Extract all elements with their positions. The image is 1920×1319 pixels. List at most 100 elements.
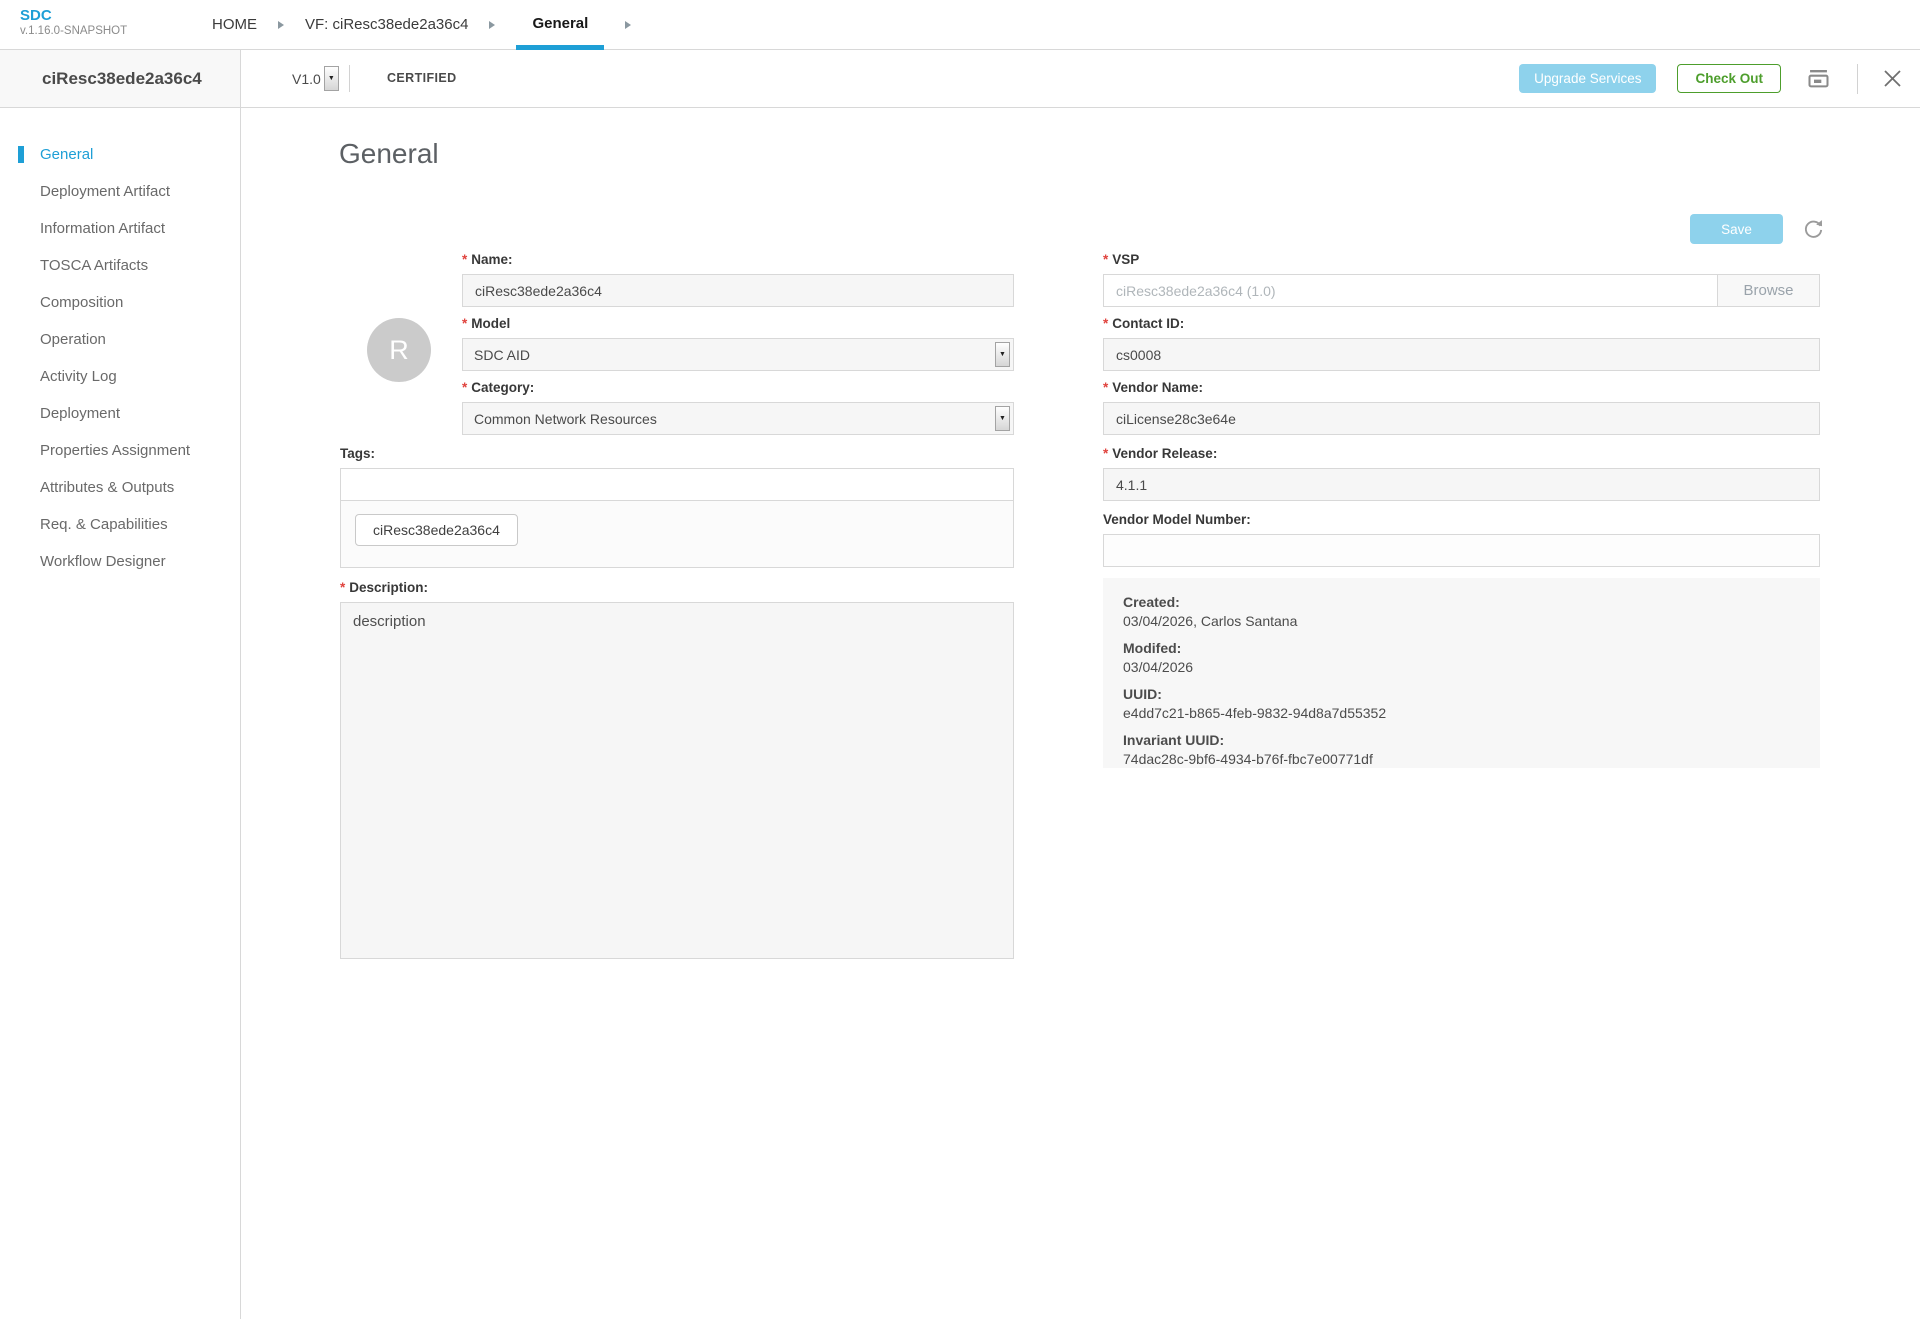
toolbar-divider — [349, 65, 350, 92]
breadcrumb-general-active[interactable]: General — [516, 0, 604, 50]
field-label-text: Vendor Release: — [1112, 446, 1217, 462]
model-label: *Model — [462, 316, 1014, 332]
category-selected-value: Common Network Resources — [474, 411, 657, 427]
entity-toolbar: ciResc38ede2a36c4 V1.0 CERTIFIED Upgrade… — [0, 50, 1920, 108]
logo-version: v.1.16.0-SNAPSHOT — [20, 24, 127, 38]
meta-uuid: UUID: e4dd7c21-b865-4feb-9832-94d8a7d553… — [1123, 685, 1800, 723]
sidebar-item-label: Operation — [40, 331, 106, 348]
contact-id-input[interactable] — [1103, 338, 1820, 371]
meta-label: Created: — [1123, 593, 1800, 612]
toolbar-actions: Upgrade Services Check Out — [1519, 50, 1902, 107]
meta-label: UUID: — [1123, 685, 1800, 704]
metadata-box: Created: 03/04/2026, Carlos Santana Modi… — [1103, 578, 1820, 768]
sidebar-item-properties-assignment[interactable]: Properties Assignment — [0, 432, 240, 469]
tags-box: ciResc38ede2a36c4 — [340, 468, 1014, 568]
sidebar-item-deployment-artifact[interactable]: Deployment Artifact — [0, 173, 240, 210]
save-button[interactable]: Save — [1690, 214, 1783, 244]
contact-id-field-group: *Contact ID: — [1103, 316, 1820, 371]
field-label-text: Model — [471, 316, 510, 332]
dropdown-arrow-icon[interactable] — [324, 66, 339, 91]
sidebar-nav: General Deployment Artifact Information … — [0, 108, 241, 1319]
meta-value: 03/04/2026, Carlos Santana — [1123, 612, 1800, 631]
breadcrumb: HOME VF: ciResc38ede2a36c4 General — [212, 0, 652, 50]
field-label-text: Tags: — [340, 446, 375, 462]
tags-label: Tags: — [340, 446, 1014, 462]
meta-value: 74dac28c-9bf6-4934-b76f-fbc7e00771df — [1123, 750, 1800, 769]
required-marker: * — [462, 380, 467, 396]
meta-modified: Modifed: 03/04/2026 — [1123, 639, 1800, 677]
required-marker: * — [462, 252, 467, 268]
sidebar-item-workflow-designer[interactable]: Workflow Designer — [0, 543, 240, 580]
logo-title: SDC — [20, 7, 127, 24]
vendor-release-label: *Vendor Release: — [1103, 446, 1820, 462]
close-icon[interactable] — [1883, 69, 1902, 88]
vendor-name-input[interactable] — [1103, 402, 1820, 435]
meta-value: 03/04/2026 — [1123, 658, 1800, 677]
required-marker: * — [1103, 380, 1108, 396]
sidebar-item-label: Deployment — [40, 405, 120, 422]
sidebar-item-attributes-outputs[interactable]: Attributes & Outputs — [0, 469, 240, 506]
meta-created: Created: 03/04/2026, Carlos Santana — [1123, 593, 1800, 631]
breadcrumb-chevron-icon — [625, 21, 631, 29]
revert-icon[interactable] — [1802, 217, 1825, 245]
field-label-text: Name: — [471, 252, 512, 268]
meta-invariant-uuid: Invariant UUID: 74dac28c-9bf6-4934-b76f-… — [1123, 731, 1800, 769]
vsp-input[interactable] — [1103, 274, 1718, 307]
avatar-letter: R — [389, 335, 409, 366]
sidebar-item-label: Deployment Artifact — [40, 183, 170, 200]
browse-button[interactable]: Browse — [1717, 274, 1820, 307]
category-select[interactable]: Common Network Resources — [462, 402, 1014, 435]
dropdown-arrow-icon[interactable] — [995, 406, 1010, 431]
breadcrumb-chevron-icon — [489, 21, 495, 29]
sidebar-item-req-capabilities[interactable]: Req. & Capabilities — [0, 506, 240, 543]
sidebar-item-general[interactable]: General — [0, 136, 240, 173]
check-out-button[interactable]: Check Out — [1677, 64, 1781, 93]
model-field-group: *Model SDC AID — [462, 316, 1014, 371]
top-nav-bar: SDC v.1.16.0-SNAPSHOT HOME VF: ciResc38e… — [0, 0, 1920, 50]
field-label-text: Category: — [471, 380, 534, 396]
category-field-group: *Category: Common Network Resources — [462, 380, 1014, 435]
name-label: *Name: — [462, 252, 1014, 268]
toolbar-divider — [1857, 64, 1858, 94]
category-label: *Category: — [462, 380, 1014, 396]
sidebar-header: ciResc38ede2a36c4 — [0, 50, 241, 107]
vsp-field-group: *VSP Browse — [1103, 252, 1820, 307]
sidebar-item-tosca-artifacts[interactable]: TOSCA Artifacts — [0, 247, 240, 284]
vendor-release-input[interactable] — [1103, 468, 1820, 501]
vendor-model-number-field-group: Vendor Model Number: — [1103, 512, 1820, 567]
breadcrumb-chevron-icon — [278, 21, 284, 29]
breadcrumb-home[interactable]: HOME — [212, 0, 257, 50]
vendor-release-field-group: *Vendor Release: — [1103, 446, 1820, 501]
sdc-logo[interactable]: SDC v.1.16.0-SNAPSHOT — [20, 7, 127, 38]
required-marker: * — [462, 316, 467, 332]
description-textarea[interactable]: description — [340, 602, 1014, 959]
sidebar-item-information-artifact[interactable]: Information Artifact — [0, 210, 240, 247]
sidebar-item-activity-log[interactable]: Activity Log — [0, 358, 240, 395]
contact-id-label: *Contact ID: — [1103, 316, 1820, 332]
tags-field-group: Tags: ciResc38ede2a36c4 — [340, 446, 1014, 568]
sidebar-item-composition[interactable]: Composition — [0, 284, 240, 321]
sidebar-item-label: Activity Log — [40, 368, 117, 385]
sidebar-item-label: Attributes & Outputs — [40, 479, 174, 496]
upgrade-services-button[interactable]: Upgrade Services — [1519, 64, 1656, 93]
breadcrumb-vf[interactable]: VF: ciResc38ede2a36c4 — [305, 0, 468, 50]
name-input[interactable] — [462, 274, 1014, 307]
model-select[interactable]: SDC AID — [462, 338, 1014, 371]
field-label-text: VSP — [1112, 252, 1139, 268]
entity-title: ciResc38ede2a36c4 — [42, 69, 202, 89]
model-selected-value: SDC AID — [474, 347, 530, 363]
field-label-text: Vendor Name: — [1112, 380, 1203, 396]
tags-input[interactable] — [341, 469, 1013, 501]
version-select[interactable]: V1.0 — [292, 50, 339, 107]
sidebar-item-label: Workflow Designer — [40, 553, 166, 570]
vendor-model-number-input[interactable] — [1103, 534, 1820, 567]
avatar: R — [367, 318, 431, 382]
print-icon[interactable] — [1805, 65, 1832, 92]
sidebar-item-operation[interactable]: Operation — [0, 321, 240, 358]
sidebar-item-deployment[interactable]: Deployment — [0, 395, 240, 432]
sidebar-item-label: Req. & Capabilities — [40, 516, 168, 533]
tag-chip[interactable]: ciResc38ede2a36c4 — [355, 514, 518, 546]
version-value: V1.0 — [292, 71, 321, 87]
meta-label: Invariant UUID: — [1123, 731, 1800, 750]
dropdown-arrow-icon[interactable] — [995, 342, 1010, 367]
